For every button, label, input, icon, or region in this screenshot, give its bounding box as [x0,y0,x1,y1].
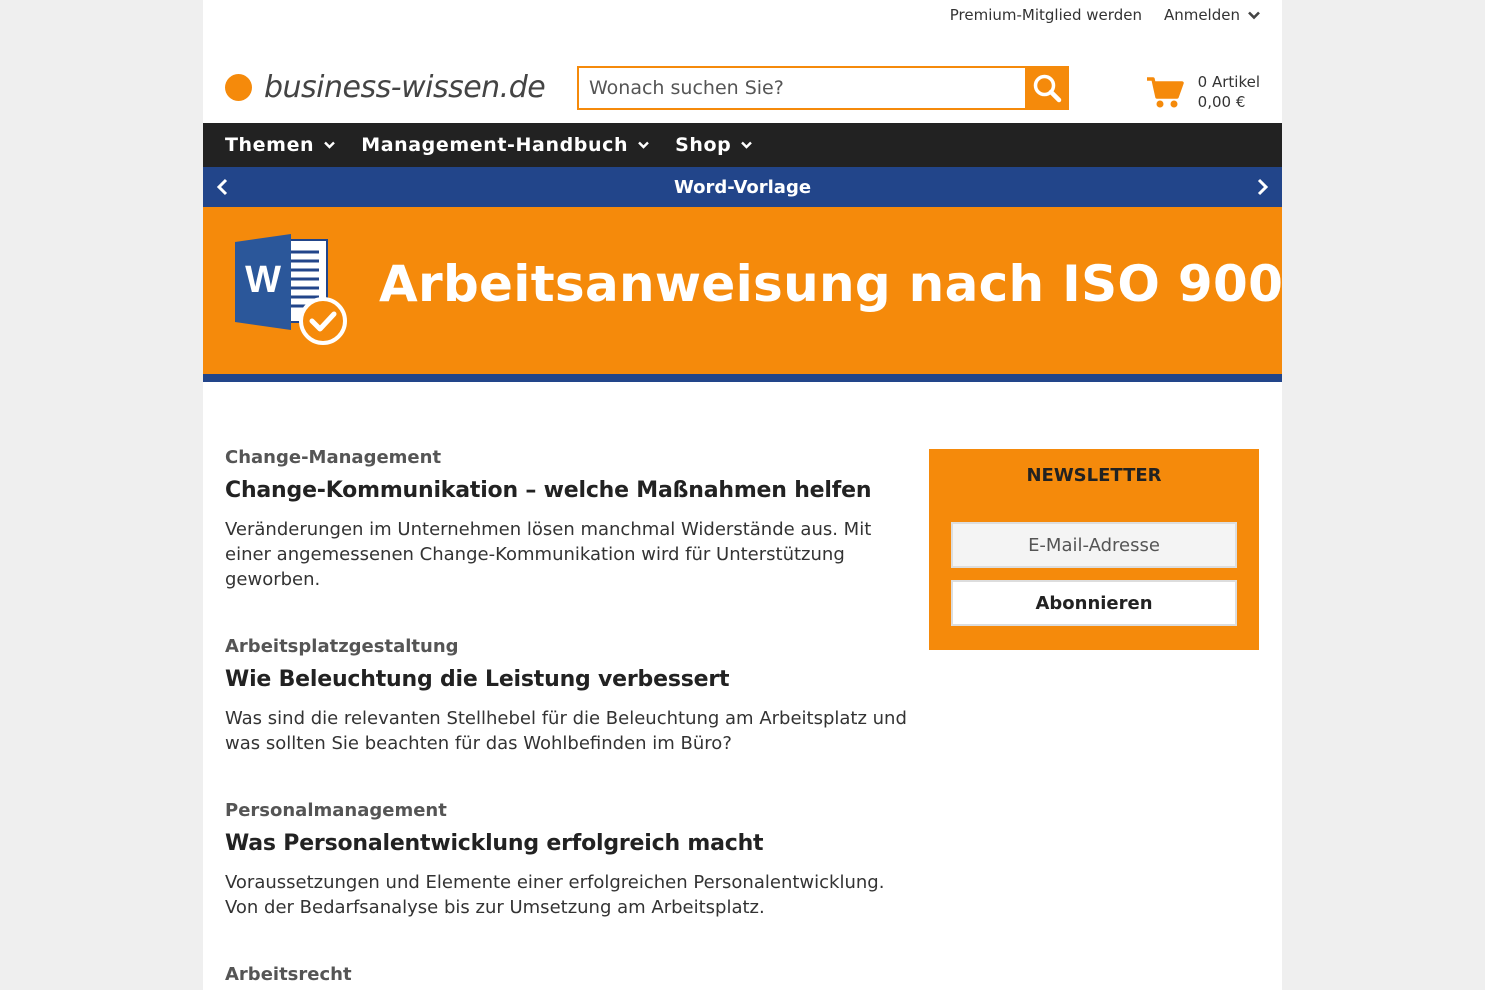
article-category[interactable]: Arbeitsrecht [225,964,915,985]
chevron-down-icon [1248,11,1260,19]
nav-item-shop[interactable]: Shop [675,134,753,156]
article-item[interactable]: Change-Management Change-Kommunikation –… [225,447,915,592]
logo-dot-icon [225,74,252,101]
cart-total: 0,00 € [1197,93,1246,111]
newsletter-subscribe-button[interactable]: Abonnieren [951,580,1237,626]
main-nav: Themen Management-Handbuch Shop [203,123,1282,167]
carousel-next-button[interactable] [1254,177,1270,201]
nav-item-label: Management-Handbuch [361,134,629,156]
article-item[interactable]: Arbeitsrecht [225,964,915,985]
search-bar [577,66,1069,110]
logo-text: business-wissen.de [264,70,546,105]
chevron-down-icon [638,141,649,149]
article-title[interactable]: Change-Kommunikation – welche Maßnahmen … [225,478,915,503]
banner-title: Arbeitsanweisung nach ISO 9001 [379,255,1282,313]
top-bar: Premium-Mitglied werden Anmelden [950,6,1260,24]
premium-link[interactable]: Premium-Mitglied werden [950,6,1142,24]
site-logo[interactable]: business-wissen.de [225,70,546,105]
nav-item-label: Themen [225,134,315,156]
search-input[interactable] [577,66,1025,110]
login-label: Anmelden [1163,6,1240,24]
article-item[interactable]: Arbeitsplatzgestaltung Wie Beleuchtung d… [225,636,915,756]
article-list: Change-Management Change-Kommunikation –… [225,447,915,990]
article-category[interactable]: Personalmanagement [225,800,915,821]
cart-icon [1146,77,1184,108]
cart-summary: 0 Artikel 0,00 € [1198,72,1260,112]
nav-item-label: Shop [675,134,732,156]
chevron-down-icon [324,141,336,149]
article-title[interactable]: Was Personalentwicklung erfolgreich mach… [225,831,915,856]
newsletter-email-input[interactable] [951,522,1237,568]
hero-banner[interactable]: W Arbeitsanweisung nach ISO 9001 [203,207,1282,374]
newsletter-title: NEWSLETTER [1026,465,1162,486]
word-icon-letter: W [245,259,281,301]
login-menu[interactable]: Anmelden [1164,6,1260,24]
nav-item-management-handbuch[interactable]: Management-Handbuch [361,134,649,156]
nav-item-themen[interactable]: Themen [225,134,336,156]
search-icon [1033,74,1062,103]
word-document-icon: W [235,234,347,345]
article-item[interactable]: Personalmanagement Was Personalentwicklu… [225,800,915,920]
page: Premium-Mitglied werden Anmelden busines… [203,0,1282,990]
chevron-right-icon [1257,178,1269,196]
article-teaser: Was sind die relevanten Stellhebel für d… [225,708,907,754]
search-button[interactable] [1025,66,1069,110]
banner-divider [203,374,1282,382]
carousel-prev-button[interactable] [215,177,231,201]
chevron-left-icon [216,178,228,196]
newsletter-box: NEWSLETTER Abonnieren [929,449,1259,650]
cart[interactable]: 0 Artikel 0,00 € [1146,72,1260,112]
article-teaser: Veränderungen im Unternehmen lösen manch… [225,519,872,590]
article-category[interactable]: Change-Management [225,447,915,468]
cart-items-count: 0 Artikel [1197,73,1260,91]
article-category[interactable]: Arbeitsplatzgestaltung [225,636,915,657]
carousel-bar: Word-Vorlage [203,167,1282,207]
article-teaser: Voraussetzungen und Elemente einer erfol… [225,872,885,918]
carousel-label[interactable]: Word-Vorlage [674,177,811,198]
chevron-down-icon [741,141,753,149]
article-title[interactable]: Wie Beleuchtung die Leistung verbessert [225,667,915,692]
